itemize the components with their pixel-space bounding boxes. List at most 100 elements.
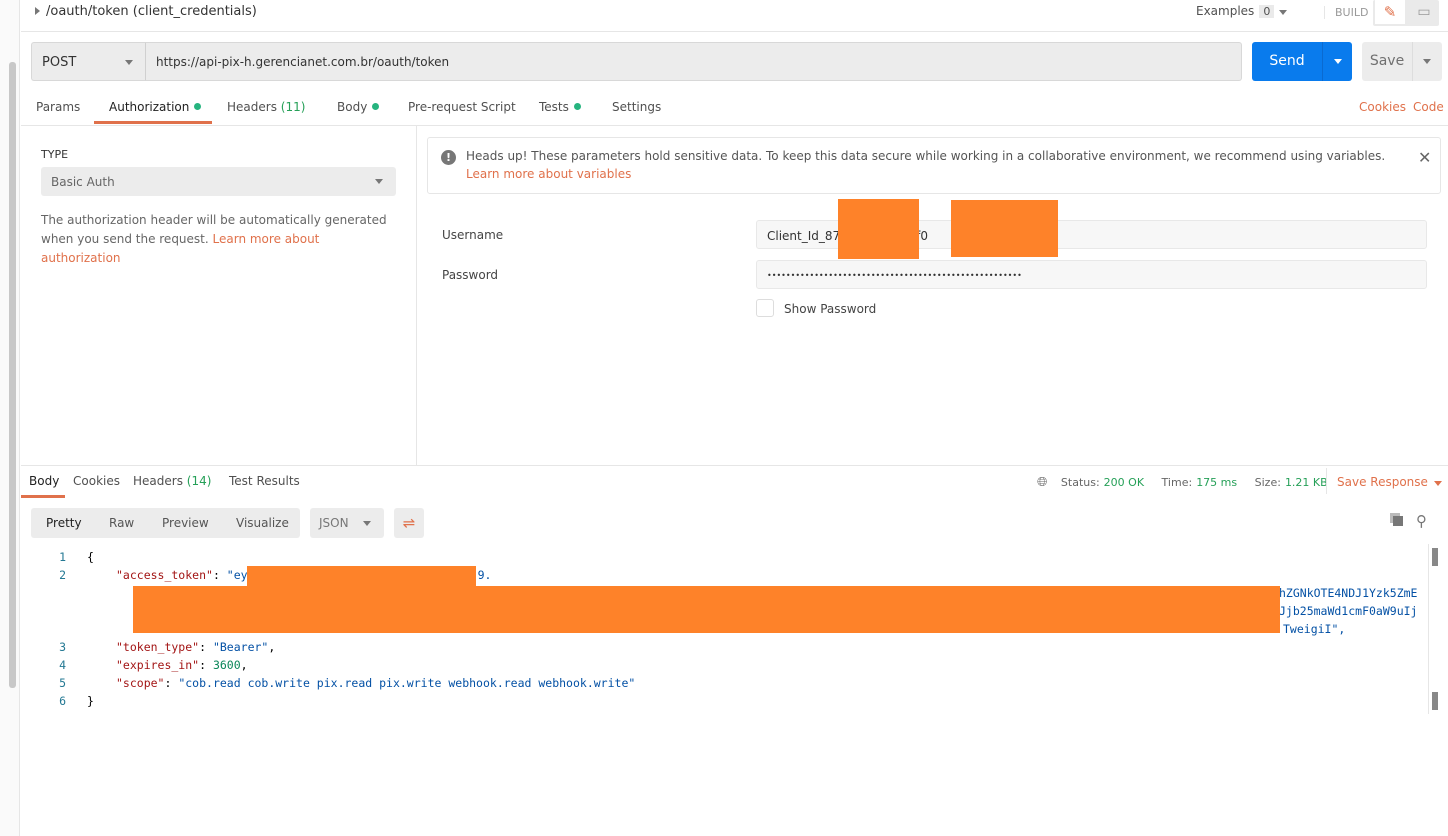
auth-type-select[interactable]: Basic Auth — [41, 167, 396, 196]
format-visualize[interactable]: Visualize — [236, 516, 289, 530]
format-preview[interactable]: Preview — [162, 516, 209, 530]
username-label: Username — [442, 228, 504, 242]
indicator-dot — [194, 103, 202, 110]
show-password-checkbox[interactable] — [756, 299, 774, 317]
save-label: Save — [1369, 53, 1405, 69]
indicator-dot — [372, 103, 380, 110]
comment-icon[interactable]: ▭ — [1410, 0, 1438, 24]
close-icon[interactable]: ✕ — [1418, 148, 1431, 167]
status-value: 200 OK — [1103, 476, 1145, 489]
pencil-icon[interactable]: ✎ — [1375, 0, 1405, 24]
tab-authorization[interactable]: Authorization — [109, 100, 202, 114]
tab-headers[interactable]: Headers (11) — [227, 100, 305, 114]
tab-pre-request-script[interactable]: Pre-request Script — [408, 100, 516, 114]
language-select[interactable]: JSON — [310, 508, 384, 538]
chevron-down-icon — [125, 60, 133, 65]
learn-more-variables-link[interactable]: Learn more about variables — [466, 167, 631, 181]
auth-type-value: Basic Auth — [51, 175, 115, 189]
editor-scroll-track — [1428, 544, 1429, 714]
tab-test-results[interactable]: Test Results — [229, 474, 300, 488]
code-line: "expires_in": 3600, — [116, 658, 248, 672]
save-button[interactable]: Save — [1362, 42, 1442, 81]
tab-label: Headers — [133, 474, 183, 488]
line-number: 6 — [59, 694, 66, 708]
auth-description: The authorization header will be automat… — [41, 211, 401, 268]
examples-label: Examples — [1196, 4, 1255, 18]
tab-settings[interactable]: Settings — [612, 100, 661, 114]
code-link[interactable]: Code — [1413, 100, 1444, 114]
request-name[interactable]: /oauth/token (client_credentials) — [35, 4, 257, 19]
redaction-block — [247, 566, 476, 586]
json-string: "Bearer" — [212, 640, 269, 654]
sidebar-scrollbar[interactable] — [9, 62, 16, 688]
headers-count: (14) — [186, 474, 212, 488]
tab-body[interactable]: Body — [337, 100, 380, 114]
tab-tests[interactable]: Tests — [539, 100, 581, 114]
password-input[interactable]: ••••••••••••••••••••••••••••••••••••••••… — [756, 260, 1427, 289]
code-line: TweigiI", — [1283, 622, 1346, 636]
send-button[interactable]: Send — [1252, 42, 1352, 81]
line-number: 3 — [59, 640, 66, 654]
json-number: 3600 — [212, 658, 241, 672]
method-select[interactable]: POST — [31, 42, 146, 81]
format-raw[interactable]: Raw — [109, 516, 134, 530]
tab-response-headers[interactable]: Headers (14) — [133, 474, 211, 488]
response-meta: 🌐︎ Status: 200 OK Time: 175 ms Size: 1.21 K… — [1037, 475, 1342, 490]
size-value: 1.21 KB — [1284, 476, 1328, 489]
warning-icon: ! — [441, 150, 456, 165]
sensitive-data-alert: ! Heads up! These parameters hold sensit… — [427, 137, 1441, 194]
redaction-block — [838, 199, 919, 259]
format-tabs: Pretty Raw Preview Visualize — [31, 508, 300, 538]
editor-scrollbar-marker[interactable] — [1432, 692, 1438, 710]
chevron-down-icon — [1433, 481, 1442, 486]
tab-response-body[interactable]: Body — [29, 474, 59, 488]
type-label: TYPE — [41, 148, 69, 161]
chevron-down-icon — [1279, 10, 1288, 15]
alert-message: Heads up! These parameters hold sensitiv… — [466, 149, 1386, 163]
line-number: 4 — [59, 658, 66, 672]
expand-icon[interactable] — [35, 7, 40, 15]
code-line: Jjb25maWd1cmF0aW9uIj — [1279, 604, 1418, 618]
tab-response-cookies[interactable]: Cookies — [73, 474, 120, 488]
indicator-dot — [573, 103, 581, 110]
request-tabs: Params Authorization Headers (11) Body P… — [21, 92, 1448, 126]
wrap-lines-icon[interactable]: ⇌ — [394, 508, 424, 538]
search-icon[interactable]: ⚲ — [1416, 512, 1432, 530]
json-key: "token_type" — [116, 640, 200, 654]
code-line: "token_type": "Bearer", — [116, 640, 276, 654]
password-label: Password — [442, 268, 499, 282]
code-line: hZGNkOTE4NDJ1Yzk5ZmE — [1279, 586, 1418, 600]
chevron-down-icon — [363, 521, 371, 526]
json-string: 9. — [477, 568, 492, 582]
examples-count: 0 — [1259, 5, 1275, 18]
save-response-button[interactable]: Save Response — [1326, 468, 1442, 494]
globe-lock-icon[interactable]: 🌐︎ — [1037, 475, 1047, 490]
format-pretty[interactable]: Pretty — [46, 516, 82, 530]
send-label: Send — [1269, 53, 1305, 69]
tab-label: Authorization — [109, 100, 190, 114]
examples-dropdown[interactable]: Examples 0 — [1196, 4, 1288, 18]
cookies-link[interactable]: Cookies — [1359, 100, 1406, 114]
json-string: "cob.read cob.write pix.read pix.write w… — [178, 676, 636, 690]
send-options-icon[interactable] — [1334, 59, 1342, 64]
active-tab-underline — [94, 121, 212, 124]
time-label: Time: — [1161, 476, 1193, 489]
copy-icon[interactable] — [1390, 513, 1404, 527]
build-mode-label[interactable]: BUILD — [1324, 6, 1368, 19]
active-tab-underline — [21, 495, 65, 498]
headers-count: (11) — [280, 100, 306, 114]
method-value: POST — [42, 55, 77, 70]
redaction-block — [951, 200, 1058, 257]
url-input[interactable]: https://api-pix-h.gerencianet.com.br/oau… — [146, 42, 1242, 81]
json-key: "access_token" — [116, 568, 213, 582]
request-name-text: /oauth/token (client_credentials) — [46, 4, 257, 19]
json-string: "ey — [226, 568, 248, 582]
save-response-label: Save Response — [1337, 475, 1428, 489]
code-line: { — [87, 550, 94, 564]
code-line: } — [87, 694, 94, 708]
editor-scrollbar[interactable] — [1432, 548, 1438, 566]
save-options-icon[interactable] — [1423, 59, 1431, 64]
show-password-label[interactable]: Show Password — [784, 302, 876, 316]
tab-params[interactable]: Params — [36, 100, 80, 114]
line-number: 1 — [59, 550, 66, 564]
